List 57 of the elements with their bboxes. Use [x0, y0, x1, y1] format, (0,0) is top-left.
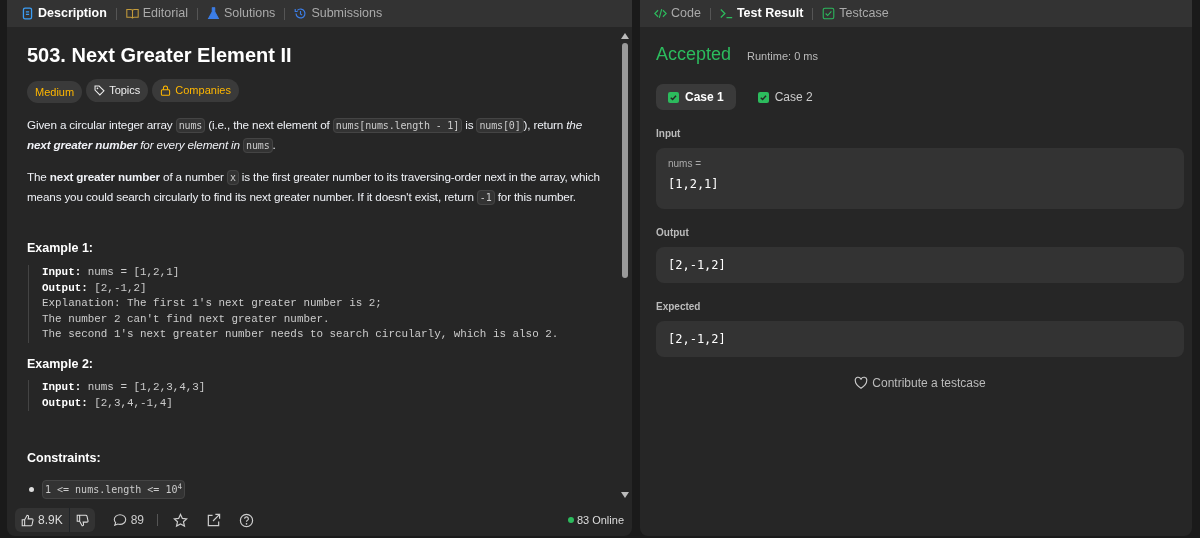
heart-icon	[854, 376, 869, 390]
star-icon[interactable]	[173, 512, 189, 528]
comment-icon	[112, 513, 127, 527]
result-status: Accepted	[656, 43, 732, 66]
thumbs-up-icon	[21, 513, 34, 527]
panel-tab[interactable]: Solutions	[202, 4, 280, 23]
flask-icon	[206, 7, 220, 20]
thumbs-down-icon	[75, 513, 89, 527]
tag-chip[interactable]: Companies	[152, 79, 239, 102]
terminal-icon	[719, 7, 733, 20]
constraints-heading: Constraints:	[27, 450, 102, 468]
problem-title: 503. Next Greater Element II	[27, 43, 293, 67]
bullet-icon	[29, 487, 34, 492]
scroll-up-icon[interactable]	[621, 33, 629, 39]
example-heading: Example 1:	[27, 240, 94, 258]
description-paragraph: Given a circular integer array nums (i.e., the next element of nums[nums.length - 1] is nums[0] ), return the next greater number for every element in nums .	[27, 117, 584, 156]
history-icon	[294, 7, 308, 20]
comments-button[interactable]: 89	[108, 509, 149, 531]
output-value: [2,-1,2]	[668, 258, 726, 272]
panel-tab[interactable]: Test Result	[715, 4, 808, 23]
document-icon	[21, 7, 34, 20]
panel-tab[interactable]: Editorial	[121, 4, 192, 23]
example-block: Input: nums = [1,2,1] Output: [2,-1,2] Explanation: The first 1's next greater number is 2; The number 2 can't find next greater number. The second 1's next greater number needs to search circularly, which is also 2.	[28, 265, 608, 343]
case-tab[interactable]: Case 2	[745, 84, 825, 110]
scroll-down-icon[interactable]	[621, 492, 629, 498]
share-icon[interactable]	[206, 512, 222, 528]
example-heading: Example 2:	[27, 355, 94, 373]
lock-icon	[160, 84, 172, 96]
example-block: Input: nums = [1,2,3,4,3] Output: [2,3,4,-1,4]	[28, 380, 608, 412]
description-paragraph: The next greater number of a number x is the first greater number to its traversing-order next in the array, which means you could search circularly to find its next greater number. If it doesn't exist, return -1 for this number.	[27, 169, 601, 208]
section-label: Output	[656, 226, 690, 240]
runtime-text: Runtime: 0 ms	[747, 49, 818, 64]
input-value: [1,2,1]	[668, 177, 719, 191]
book-icon	[125, 7, 139, 20]
section-label: Expected	[656, 300, 702, 314]
tag-icon	[94, 84, 106, 96]
scrollbar-thumb[interactable]	[622, 43, 628, 278]
panel-tab[interactable]: Code	[650, 4, 705, 23]
panel-tab[interactable]: Submissions	[290, 4, 387, 23]
online-count: 83 Online	[567, 511, 624, 529]
help-icon[interactable]	[239, 512, 255, 528]
tag-chip[interactable]: Topics	[86, 79, 149, 102]
variable-name: nums =	[668, 157, 703, 171]
tag-chip[interactable]: Medium	[27, 80, 83, 104]
case-tab[interactable]: Case 1	[656, 84, 736, 110]
checkbox-icon	[822, 7, 836, 20]
check-icon	[757, 91, 769, 103]
contribute-link[interactable]: Contribute a testcase	[848, 373, 992, 393]
like-button[interactable]: 8.9K	[15, 508, 69, 532]
section-label: Input	[656, 127, 682, 141]
dislike-button[interactable]	[68, 508, 95, 532]
constraint-item: 1 <= nums.length <= 10$^{4}$	[42, 480, 185, 499]
code-icon	[654, 7, 667, 20]
check-icon	[668, 91, 679, 103]
panel-tab[interactable]: Description	[17, 4, 111, 23]
expected-value: [2,-1,2]	[668, 332, 726, 346]
panel-tab[interactable]: Testcase	[818, 4, 893, 23]
